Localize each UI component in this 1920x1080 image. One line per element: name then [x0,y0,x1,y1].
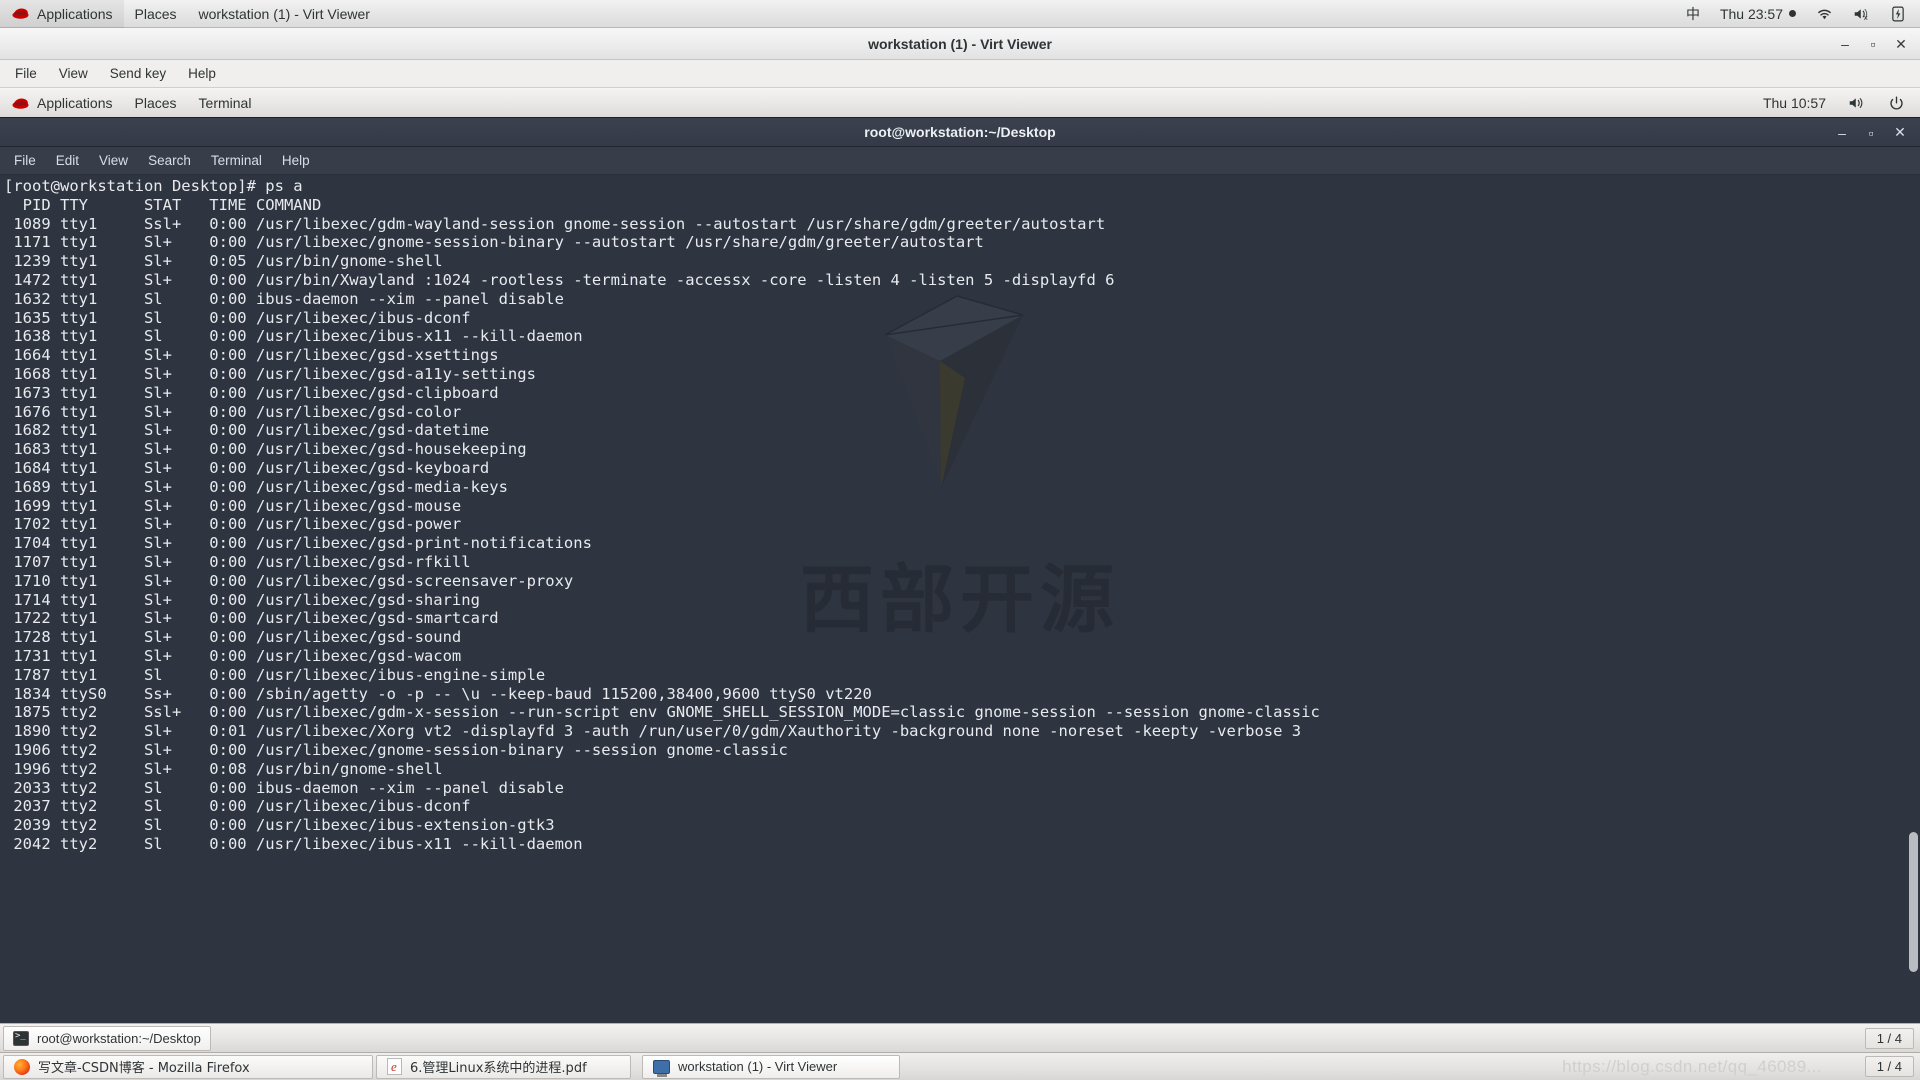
virt-viewer-window-controls: – ▫ ✕ [1832,28,1914,60]
guest-clock-label: Thu 10:57 [1763,95,1826,111]
terminal-window-controls: – ▫ ✕ [1830,118,1912,147]
terminal-menu-terminal[interactable]: Terminal [201,150,272,171]
host-taskbar: 写文章-CSDN博客 - Mozilla Firefox 6.管理Linux系统… [0,1052,1920,1080]
virt-viewer-menubar: File View Send key Help [0,60,1920,88]
terminal-menu-file[interactable]: File [4,150,46,171]
host-top-panel: Applications Places workstation (1) - Vi… [0,0,1920,28]
host-places-menu[interactable]: Places [124,0,188,28]
svg-text:x: x [1864,14,1868,21]
virt-menu-send-key[interactable]: Send key [99,63,177,84]
guest-workspace-switcher[interactable]: 1 / 4 [1865,1028,1914,1049]
guest-window-menu-terminal[interactable]: Terminal [188,89,263,118]
host-window-menu[interactable]: workstation (1) - Virt Viewer [188,0,381,28]
host-places-label: Places [135,6,177,22]
guest-terminal-label: Terminal [199,95,252,111]
terminal-title: root@workstation:~/Desktop [864,124,1055,140]
terminal-body[interactable]: 西部开源 [root@workstation Desktop]# ps a PI… [0,175,1920,1023]
terminal-output[interactable]: [root@workstation Desktop]# ps a PID TTY… [0,175,1920,854]
virt-viewer-window: workstation (1) - Virt Viewer – ▫ ✕ File… [0,28,1920,1052]
virt-menu-file[interactable]: File [4,63,48,84]
terminal-menu-edit[interactable]: Edit [46,150,89,171]
pdf-document-icon [387,1058,402,1075]
host-applications-menu[interactable]: Applications [0,0,124,28]
host-task-button-pdf[interactable]: 6.管理Linux系统中的进程.pdf [376,1055,631,1079]
guest-taskbar: root@workstation:~/Desktop 1 / 4 [0,1023,1920,1052]
host-task-button-label: 6.管理Linux系统中的进程.pdf [410,1057,587,1076]
wifi-icon[interactable] [1806,0,1843,28]
speaker-muted-icon[interactable]: x [1843,0,1882,28]
guest-task-button-terminal[interactable]: root@workstation:~/Desktop [3,1026,211,1051]
host-window-title-label: workstation (1) - Virt Viewer [199,6,370,22]
guest-clock[interactable]: Thu 10:57 [1752,89,1837,118]
host-workspace-switcher[interactable]: 1 / 4 [1865,1056,1914,1077]
terminal-menu-search[interactable]: Search [138,150,201,171]
guest-applications-menu[interactable]: Applications [0,89,124,118]
volume-icon[interactable] [1837,89,1878,118]
host-applications-label: Applications [37,6,113,22]
virt-viewer-icon [653,1060,670,1074]
host-task-button-label: workstation (1) - Virt Viewer [678,1059,837,1074]
terminal-titlebar[interactable]: root@workstation:~/Desktop – ▫ ✕ [0,118,1920,147]
host-clock-label: Thu 23:57 [1720,6,1783,22]
terminal-window: root@workstation:~/Desktop – ▫ ✕ File Ed… [0,118,1920,1023]
guest-places-label: Places [135,95,177,111]
notification-dot-icon [1789,10,1796,17]
virt-close-button[interactable]: ✕ [1888,31,1914,57]
virt-viewer-titlebar[interactable]: workstation (1) - Virt Viewer – ▫ ✕ [0,28,1920,60]
battery-charging-icon[interactable] [1882,0,1920,28]
guest-task-button-label: root@workstation:~/Desktop [37,1031,201,1046]
host-task-button-virt-viewer[interactable]: workstation (1) - Virt Viewer [642,1055,900,1079]
terminal-menubar: File Edit View Search Terminal Help [0,147,1920,175]
terminal-menu-help[interactable]: Help [272,150,320,171]
terminal-icon [13,1031,29,1046]
power-icon[interactable] [1878,89,1920,118]
virt-menu-view[interactable]: View [48,63,99,84]
virt-maximize-button[interactable]: ▫ [1860,31,1886,57]
terminal-minimize-button[interactable]: – [1830,121,1854,145]
guest-top-panel: Applications Places Terminal Thu 10:57 [0,89,1920,118]
guest-vm-screen: Applications Places Terminal Thu 10:57 [0,89,1920,1052]
terminal-menu-view[interactable]: View [89,150,138,171]
host-task-button-label: 写文章-CSDN博客 - Mozilla Firefox [38,1057,250,1076]
red-hat-logo-icon [11,97,30,110]
input-method-label: 中 [1686,4,1700,24]
virt-minimize-button[interactable]: – [1832,31,1858,57]
host-task-button-firefox[interactable]: 写文章-CSDN博客 - Mozilla Firefox [3,1055,373,1079]
virt-viewer-title: workstation (1) - Virt Viewer [868,36,1052,52]
input-method-indicator[interactable]: 中 [1676,0,1710,28]
red-hat-logo-icon [11,7,30,20]
host-clock[interactable]: Thu 23:57 [1710,0,1806,28]
virt-menu-help[interactable]: Help [177,63,227,84]
guest-applications-label: Applications [37,95,113,111]
guest-places-menu[interactable]: Places [124,89,188,118]
firefox-icon [14,1059,30,1075]
terminal-maximize-button[interactable]: ▫ [1859,121,1883,145]
terminal-close-button[interactable]: ✕ [1888,121,1912,145]
